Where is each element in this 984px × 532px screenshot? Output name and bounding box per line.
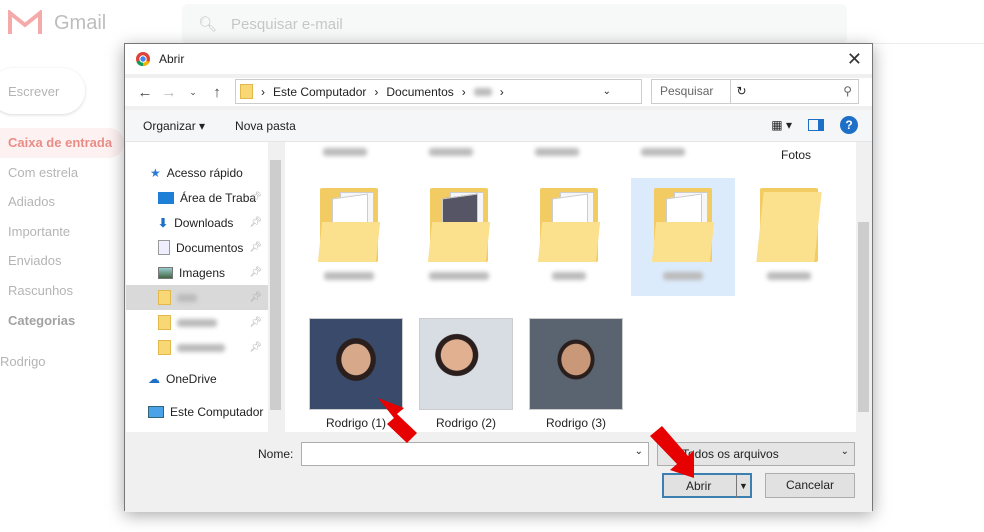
red-arrow-icon: [378, 398, 417, 443]
annotation-arrows: [378, 398, 694, 478]
red-arrow-icon: [650, 426, 694, 478]
